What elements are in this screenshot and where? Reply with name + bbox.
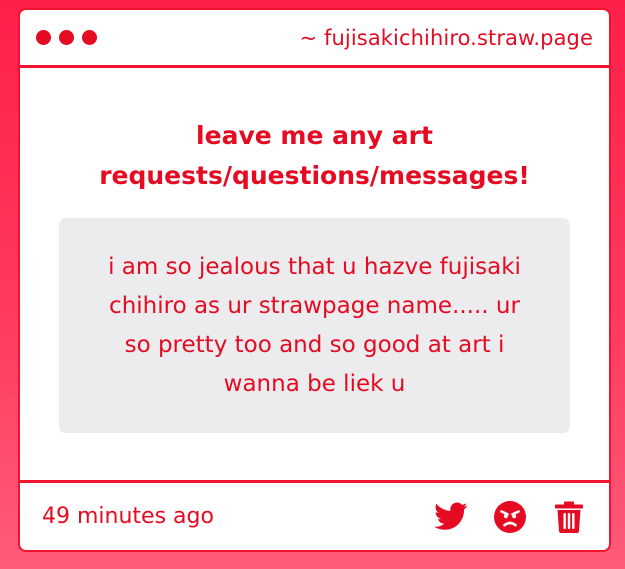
- message-line: so pretty too and so good at art i: [124, 331, 505, 358]
- message-text: i am so jealous that u hazve fujisaki ch…: [108, 248, 521, 404]
- message-timestamp: 49 minutes ago: [42, 504, 214, 529]
- window-dot-3[interactable]: [82, 30, 97, 45]
- angry-face-icon[interactable]: [492, 499, 528, 535]
- page-content: leave me any art requests/questions/mess…: [20, 68, 609, 482]
- window-header: ~ fujisakichihiro.straw.page: [20, 10, 609, 68]
- message-line: chihiro as ur strawpage name..... ur: [109, 292, 520, 319]
- page-title-line-1: leave me any art: [196, 121, 433, 150]
- window-controls: [36, 30, 97, 45]
- message-line: wanna be liek u: [223, 370, 406, 397]
- twitter-icon[interactable]: [433, 499, 469, 535]
- page-title-line-2: requests/questions/messages!: [99, 161, 530, 190]
- message-footer: 49 minutes ago: [20, 480, 609, 550]
- message-box: i am so jealous that u hazve fujisaki ch…: [59, 218, 570, 433]
- window-dot-2[interactable]: [59, 30, 74, 45]
- message-line: i am so jealous that u hazve fujisaki: [108, 253, 521, 280]
- message-card: ~ fujisakichihiro.straw.page leave me an…: [18, 8, 611, 552]
- message-actions: [433, 499, 587, 535]
- trash-icon[interactable]: [551, 499, 587, 535]
- window-dot-1[interactable]: [36, 30, 51, 45]
- page-title: leave me any art requests/questions/mess…: [20, 116, 609, 196]
- page-url: ~ fujisakichihiro.straw.page: [299, 25, 593, 50]
